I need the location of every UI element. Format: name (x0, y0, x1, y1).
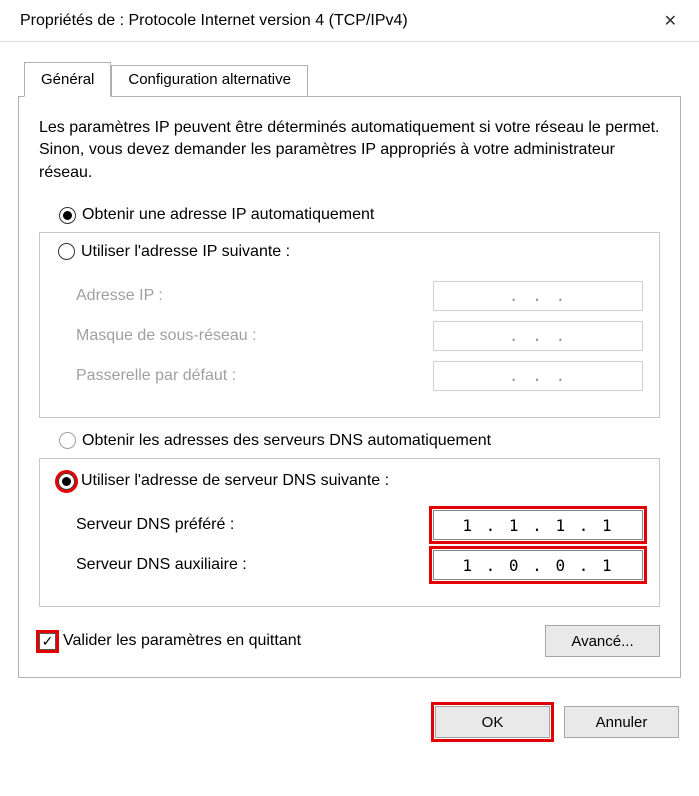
ok-button[interactable]: OK (435, 706, 550, 738)
radio-dot-icon (63, 211, 72, 220)
footer-buttons: OK Annuler (18, 706, 681, 738)
radio-dns-manual[interactable]: Utiliser l'adresse de serveur DNS suivan… (58, 472, 395, 490)
validate-row: ✓ Valider les paramètres en quittant Ava… (39, 625, 660, 657)
cancel-button[interactable]: Annuler (564, 706, 679, 738)
content-area: Général Configuration alternative Les pa… (0, 42, 699, 756)
field-label: Passerelle par défaut : (76, 367, 433, 385)
tab-general[interactable]: Général (24, 62, 111, 97)
radio-dot-icon (62, 477, 71, 486)
gateway-input: . . . (433, 361, 643, 391)
gateway-row: Passerelle par défaut : . . . (76, 361, 643, 391)
titlebar: Propriétés de : Protocole Internet versi… (0, 0, 699, 42)
tab-panel: Les paramètres IP peuvent être déterminé… (18, 96, 681, 678)
tab-strip: Général Configuration alternative (24, 62, 681, 96)
dns-alternate-row: Serveur DNS auxiliaire : 1 . 0 . 0 . 1 (76, 550, 643, 580)
radio-dns-auto[interactable]: Obtenir les adresses des serveurs DNS au… (59, 432, 660, 450)
ip-group-box: Utiliser l'adresse IP suivante : Adresse… (39, 232, 660, 418)
field-label: Masque de sous-réseau : (76, 327, 433, 345)
subnet-mask-input: . . . (433, 321, 643, 351)
field-label: Serveur DNS auxiliaire : (76, 556, 433, 574)
intro-text: Les paramètres IP peuvent être déterminé… (39, 117, 660, 184)
subnet-mask-row: Masque de sous-réseau : . . . (76, 321, 643, 351)
radio-ip-auto[interactable]: Obtenir une adresse IP automatiquement (59, 206, 660, 224)
close-icon[interactable]: ✕ (656, 7, 685, 35)
field-label: Adresse IP : (76, 287, 433, 305)
ip-address-input: . . . (433, 281, 643, 311)
dns-alternate-input[interactable]: 1 . 0 . 0 . 1 (433, 550, 643, 580)
window-title: Propriétés de : Protocole Internet versi… (20, 12, 408, 30)
ip-section: Obtenir une adresse IP automatiquement U… (39, 206, 660, 418)
check-icon: ✓ (42, 634, 54, 648)
tab-alt-config[interactable]: Configuration alternative (111, 65, 308, 96)
checkbox[interactable]: ✓ (39, 633, 56, 650)
ip-address-row: Adresse IP : . . . (76, 281, 643, 311)
radio-label: Obtenir les adresses des serveurs DNS au… (82, 432, 491, 450)
advanced-button[interactable]: Avancé... (545, 625, 660, 657)
radio-label: Utiliser l'adresse IP suivante : (81, 243, 290, 261)
validate-label: Valider les paramètres en quittant (63, 632, 301, 650)
dns-group-box: Utiliser l'adresse de serveur DNS suivan… (39, 458, 660, 608)
validate-checkbox-wrap[interactable]: ✓ Valider les paramètres en quittant (39, 632, 301, 650)
dns-section: Obtenir les adresses des serveurs DNS au… (39, 432, 660, 608)
radio-ip-manual[interactable]: Utiliser l'adresse IP suivante : (58, 243, 296, 261)
radio-label: Obtenir une adresse IP automatiquement (82, 206, 374, 224)
field-label: Serveur DNS préféré : (76, 516, 433, 534)
radio-label: Utiliser l'adresse de serveur DNS suivan… (81, 472, 389, 490)
dns-preferred-row: Serveur DNS préféré : 1 . 1 . 1 . 1 (76, 510, 643, 540)
dns-preferred-input[interactable]: 1 . 1 . 1 . 1 (433, 510, 643, 540)
